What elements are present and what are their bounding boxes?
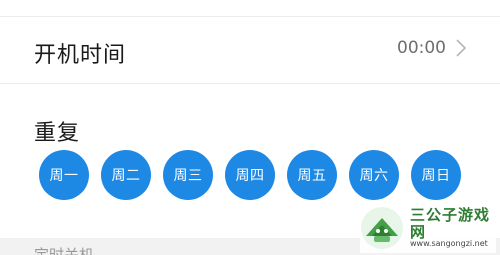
power-on-time-value: 00:00 — [397, 38, 446, 58]
power-on-time-selector[interactable]: 00:00 — [397, 38, 466, 58]
day-toggle-thu[interactable]: 周四 — [225, 150, 275, 200]
repeat-days-list: 周一 周二 周三 周四 周五 周六 周日 — [39, 150, 461, 200]
power-on-time-label: 开机时间 — [34, 43, 127, 68]
scheduled-power-screen: 开机时间 00:00 重复 周一 周二 周三 周四 周五 周六 周日 定时关机 … — [0, 0, 500, 255]
scheduled-shutdown-label: 定时关机 — [34, 246, 95, 255]
site-watermark: 三公子游戏网 www.sangongzi.net — [360, 203, 496, 253]
watermark-title: 三公子游戏网 — [410, 206, 491, 241]
day-toggle-sat[interactable]: 周六 — [349, 150, 399, 200]
repeat-label: 重复 — [34, 121, 81, 146]
day-toggle-mon[interactable]: 周一 — [39, 150, 89, 200]
watermark-logo-icon — [361, 207, 403, 249]
watermark-url: www.sangongzi.net — [410, 239, 488, 249]
section-divider — [0, 83, 500, 84]
chevron-right-icon — [456, 39, 466, 57]
day-toggle-fri[interactable]: 周五 — [287, 150, 337, 200]
day-toggle-wed[interactable]: 周三 — [163, 150, 213, 200]
day-toggle-tue[interactable]: 周二 — [101, 150, 151, 200]
day-toggle-sun[interactable]: 周日 — [411, 150, 461, 200]
top-divider — [0, 16, 500, 17]
